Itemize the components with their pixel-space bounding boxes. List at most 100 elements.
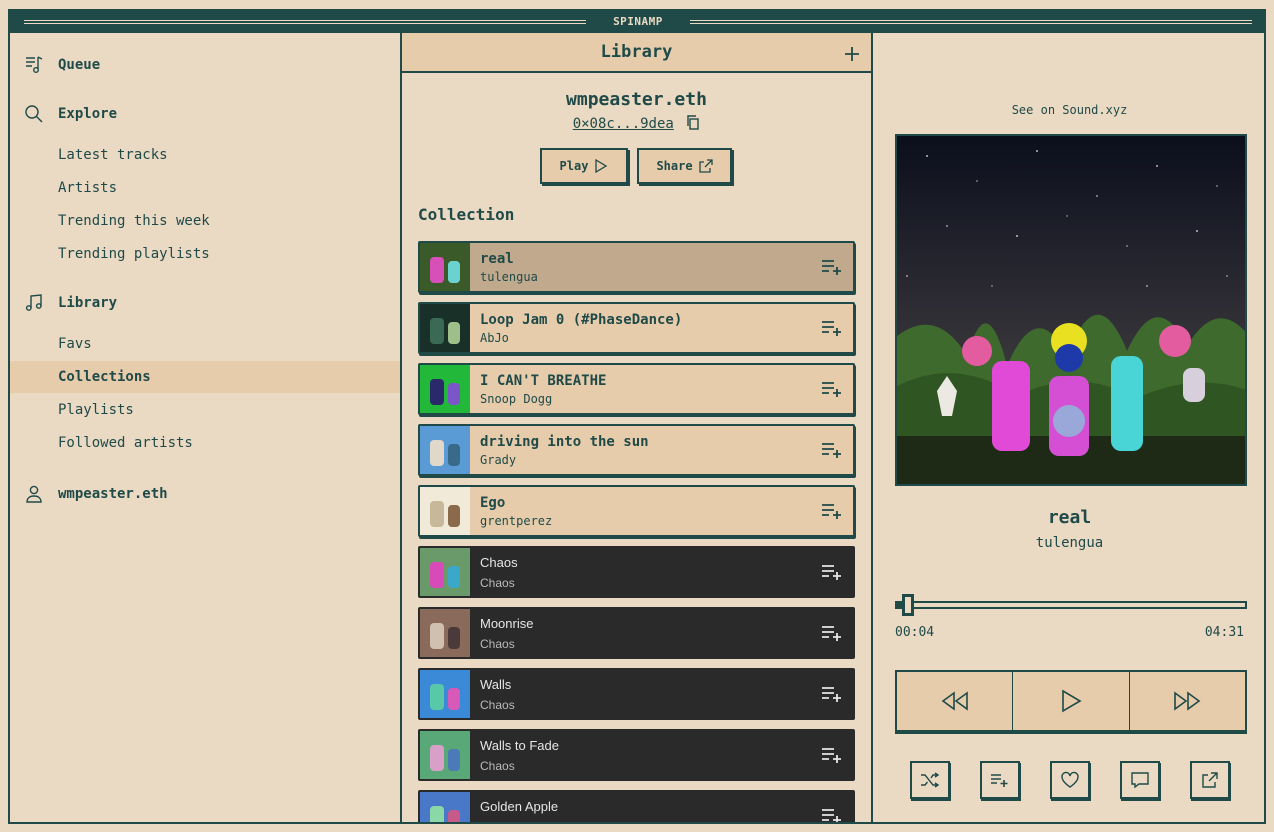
queue-add-icon xyxy=(822,565,841,580)
track-info: Chaos Chaos xyxy=(480,555,821,590)
next-button[interactable] xyxy=(1130,672,1245,730)
nav-explore-label: Explore xyxy=(58,106,118,122)
queue-add-icon xyxy=(991,774,1008,787)
copy-icon[interactable] xyxy=(686,115,700,130)
track-artwork xyxy=(420,548,470,596)
nav-item-trending-playlists[interactable]: Trending playlists xyxy=(10,238,400,270)
nav-user-label: wmpeaster.eth xyxy=(58,486,168,502)
track-title: I CAN'T BREATHE xyxy=(480,372,607,389)
track-artist: Chaos xyxy=(480,636,515,651)
add-to-queue-button[interactable] xyxy=(821,624,843,642)
track-artwork xyxy=(420,426,470,474)
play-pause-button[interactable] xyxy=(1013,672,1130,730)
add-to-queue-button[interactable] xyxy=(821,319,843,337)
add-to-queue-button[interactable] xyxy=(821,502,843,520)
add-to-queue-button[interactable] xyxy=(821,746,843,764)
profile-address[interactable]: 0×08c...9dea xyxy=(402,115,871,132)
add-to-queue-button[interactable] xyxy=(821,380,843,398)
track-row[interactable]: real tulengua xyxy=(418,241,855,293)
library-header: Library xyxy=(402,33,871,73)
progress-handle[interactable] xyxy=(902,594,915,616)
add-to-queue-button[interactable] xyxy=(821,563,843,581)
add-to-queue-button[interactable] xyxy=(980,761,1020,799)
track-info: Walls Chaos xyxy=(480,677,821,712)
nav-user[interactable]: wmpeaster.eth xyxy=(24,484,168,504)
track-row[interactable]: Moonrise Chaos xyxy=(418,607,855,659)
nav-item-collections[interactable]: Collections xyxy=(10,361,400,393)
nav-item-trending-week[interactable]: Trending this week xyxy=(10,205,400,237)
track-artwork xyxy=(420,243,470,291)
track-artist: tulengua xyxy=(480,269,538,284)
track-artwork xyxy=(420,304,470,352)
library-title: Library xyxy=(600,42,673,62)
see-on-link[interactable]: See on Sound.xyz xyxy=(875,103,1264,117)
track-artwork xyxy=(420,609,470,657)
add-to-queue-button[interactable] xyxy=(821,685,843,703)
now-playing-artist[interactable]: tulengua xyxy=(875,535,1264,551)
queue-add-icon xyxy=(822,382,841,397)
share-icon xyxy=(1202,772,1218,788)
add-button[interactable] xyxy=(841,41,863,63)
add-to-queue-button[interactable] xyxy=(821,807,843,822)
comment-button[interactable] xyxy=(1120,761,1160,799)
comment-icon xyxy=(1131,772,1149,789)
track-row[interactable]: Chaos Chaos xyxy=(418,546,855,598)
track-title: Walls to Fade xyxy=(480,737,559,753)
play-icon xyxy=(595,159,608,173)
user-icon xyxy=(24,484,44,504)
nav-library[interactable]: Library xyxy=(24,293,117,313)
track-title: Ego xyxy=(480,494,506,511)
play-button[interactable]: Play xyxy=(540,148,628,184)
album-artwork xyxy=(895,134,1247,486)
track-row[interactable]: Ego grentperez xyxy=(418,485,855,537)
collection-heading: Collection xyxy=(418,205,515,224)
nav-item-latest-tracks[interactable]: Latest tracks xyxy=(10,139,400,171)
track-row[interactable]: Loop Jam 0 (#PhaseDance) AbJo xyxy=(418,302,855,354)
wallet-address[interactable]: 0×08c...9dea xyxy=(573,116,674,132)
queue-add-icon xyxy=(822,260,841,275)
track-info: Loop Jam 0 (#PhaseDance) AbJo xyxy=(480,312,821,345)
track-artwork xyxy=(420,670,470,718)
nav-item-followed-artists[interactable]: Followed artists xyxy=(10,427,400,459)
nav-queue-label: Queue xyxy=(58,57,101,73)
track-info: Golden Apple Chaos xyxy=(480,799,821,823)
plus-icon xyxy=(845,47,859,61)
track-info: Walls to Fade Chaos xyxy=(480,738,821,773)
share-icon xyxy=(698,159,713,173)
shuffle-button[interactable] xyxy=(910,761,950,799)
heart-icon xyxy=(1061,771,1079,788)
title-bar-decoration-right xyxy=(690,20,1252,24)
play-icon xyxy=(1062,689,1082,713)
track-title: driving into the sun xyxy=(480,433,649,450)
current-time: 00:04 xyxy=(895,625,935,640)
track-title: Chaos xyxy=(480,554,518,570)
share-track-button[interactable] xyxy=(1190,761,1230,799)
nav-item-artists[interactable]: Artists xyxy=(10,172,400,204)
nav-item-favs[interactable]: Favs xyxy=(10,328,400,360)
track-artist: AbJo xyxy=(480,330,509,345)
track-artist: Grady xyxy=(480,452,517,467)
nav-explore[interactable]: Explore xyxy=(24,104,117,124)
nav-item-playlists[interactable]: Playlists xyxy=(10,394,400,426)
track-artist: grentperez xyxy=(480,513,553,528)
add-to-queue-button[interactable] xyxy=(821,441,843,459)
track-row[interactable]: Walls Chaos xyxy=(418,668,855,720)
favorite-button[interactable] xyxy=(1050,761,1090,799)
nav-queue[interactable]: Queue xyxy=(24,55,100,75)
queue-icon xyxy=(24,55,44,75)
track-row[interactable]: driving into the sun Grady xyxy=(418,424,855,476)
queue-add-icon xyxy=(822,748,841,763)
track-row[interactable]: Walls to Fade Chaos xyxy=(418,729,855,781)
secondary-controls xyxy=(895,761,1247,801)
previous-button[interactable] xyxy=(897,672,1014,730)
playback-controls xyxy=(895,670,1247,732)
music-note-icon xyxy=(24,293,44,313)
track-artist: Chaos xyxy=(480,575,515,590)
progress-bar[interactable] xyxy=(895,594,1247,616)
add-to-queue-button[interactable] xyxy=(821,258,843,276)
track-row[interactable]: I CAN'T BREATHE Snoop Dogg xyxy=(418,363,855,415)
track-row[interactable]: Golden Apple Chaos xyxy=(418,790,855,823)
track-artist: Chaos xyxy=(480,758,515,773)
share-button[interactable]: Share xyxy=(637,148,732,184)
track-artist: Chaos xyxy=(480,697,515,712)
